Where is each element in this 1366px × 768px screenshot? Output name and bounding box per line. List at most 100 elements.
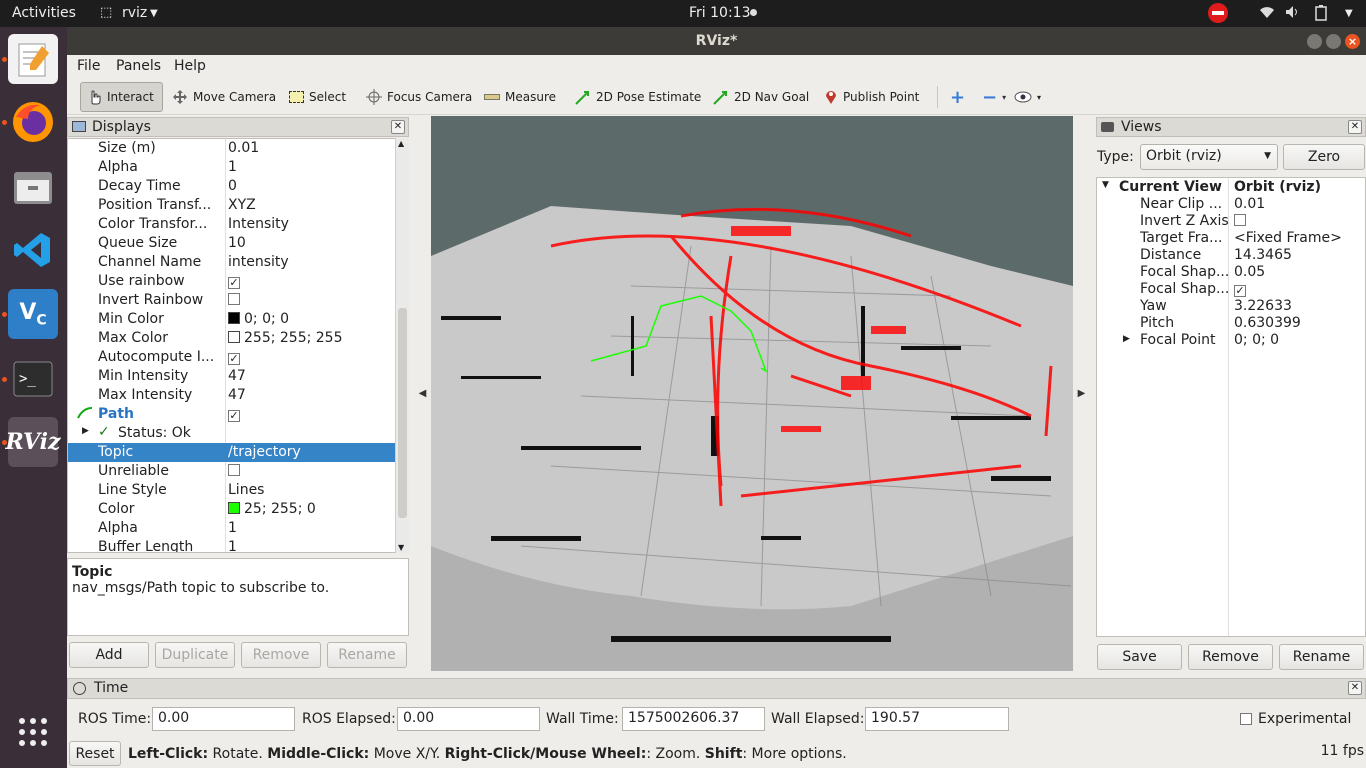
remove-tool-icon[interactable]: − ▾: [977, 82, 1011, 112]
rename-display-button[interactable]: Rename: [327, 642, 407, 668]
vscode-icon[interactable]: [8, 225, 58, 275]
expand-arrow-icon[interactable]: ▶: [82, 426, 89, 436]
tree-row[interactable]: Min Intensity 47: [68, 367, 396, 386]
property-value[interactable]: 25; 255; 0: [244, 501, 316, 517]
add-display-button[interactable]: Add: [69, 642, 149, 668]
property-value[interactable]: XYZ: [228, 197, 256, 213]
interact-tool-button[interactable]: Interact: [80, 82, 163, 112]
activities-button[interactable]: Activities: [12, 5, 76, 21]
ros-elapsed-field[interactable]: 0.00: [397, 707, 540, 731]
zero-view-button[interactable]: Zero: [1283, 144, 1365, 170]
tree-row[interactable]: Invert Z Axis: [1097, 213, 1365, 230]
tree-row[interactable]: Alpha 1: [68, 519, 396, 538]
publish-point-tool-button[interactable]: Publish Point: [819, 82, 924, 112]
displays-scrollbar[interactable]: ▲ ▼: [395, 138, 409, 553]
reset-button[interactable]: Reset: [69, 741, 121, 766]
color-swatch[interactable]: [228, 312, 240, 324]
wifi-icon[interactable]: [1259, 5, 1275, 23]
tree-row[interactable]: Invert Rainbow: [68, 291, 396, 310]
property-value[interactable]: intensity: [228, 254, 289, 270]
file-manager-icon[interactable]: [8, 162, 58, 212]
add-tool-icon[interactable]: +: [945, 82, 970, 112]
property-value[interactable]: 255; 255; 255: [244, 330, 343, 346]
property-value[interactable]: 1: [228, 539, 237, 552]
menu-file[interactable]: File: [77, 58, 100, 74]
terminal-icon[interactable]: >_: [8, 354, 58, 404]
tree-row-selected[interactable]: Topic/trajectory: [68, 443, 396, 462]
invert-rainbow-checkbox[interactable]: [228, 293, 240, 305]
save-view-button[interactable]: Save: [1097, 644, 1182, 670]
property-value[interactable]: /trajectory: [228, 444, 301, 460]
clock[interactable]: Fri 10:13: [689, 5, 750, 21]
show-applications-icon[interactable]: [8, 707, 58, 757]
select-tool-button[interactable]: Select: [284, 82, 351, 112]
menu-help[interactable]: Help: [174, 58, 206, 74]
tree-row[interactable]: Line Style Lines: [68, 481, 396, 500]
path-enabled-checkbox[interactable]: ✓: [228, 410, 240, 422]
tree-row[interactable]: Queue Size 10: [68, 234, 396, 253]
tree-row[interactable]: Size (m) 0.01: [68, 139, 396, 158]
eye-icon[interactable]: ▾: [1009, 82, 1046, 112]
tree-row[interactable]: ▶ Focal Point 0; 0; 0: [1097, 332, 1365, 349]
ros-time-field[interactable]: 0.00: [152, 707, 295, 731]
vnc-viewer-icon[interactable]: VC: [8, 289, 58, 339]
expand-arrow-icon[interactable]: ▶: [1123, 334, 1130, 344]
tree-row[interactable]: Channel Name intensity: [68, 253, 396, 272]
property-value[interactable]: 0; 0; 0: [244, 311, 289, 327]
firefox-icon[interactable]: [8, 97, 58, 147]
tree-row[interactable]: Position Transf... XYZ: [68, 196, 396, 215]
tree-row[interactable]: Near Clip ... 0.01: [1097, 196, 1365, 213]
scroll-down-icon[interactable]: ▼: [398, 543, 404, 552]
property-value[interactable]: 1: [228, 159, 237, 175]
unreliable-checkbox[interactable]: [228, 464, 240, 476]
property-value[interactable]: Intensity: [228, 216, 289, 232]
tree-row[interactable]: Pitch 0.630399: [1097, 315, 1365, 332]
invert-z-checkbox[interactable]: [1234, 214, 1246, 226]
tree-row[interactable]: Autocompute I... ✓: [68, 348, 396, 367]
property-value[interactable]: 47: [228, 368, 246, 384]
app-menu[interactable]: rviz: [122, 5, 147, 21]
property-value[interactable]: 47: [228, 387, 246, 403]
property-value[interactable]: 0: [228, 178, 237, 194]
focus-camera-tool-button[interactable]: Focus Camera: [361, 82, 477, 112]
property-value[interactable]: 1: [228, 520, 237, 536]
tree-row[interactable]: Color Transfor... Intensity: [68, 215, 396, 234]
rename-view-button[interactable]: Rename: [1279, 644, 1364, 670]
text-editor-icon[interactable]: [8, 34, 58, 84]
3d-render-viewport[interactable]: [431, 116, 1073, 671]
autocompute-checkbox[interactable]: ✓: [228, 353, 240, 365]
collapse-left-icon[interactable]: ◀: [415, 116, 430, 671]
property-value[interactable]: 14.3465: [1234, 247, 1292, 263]
tree-row-path-display[interactable]: Path ✓: [68, 405, 396, 424]
battery-icon[interactable]: [1314, 5, 1328, 25]
property-value[interactable]: 0.05: [1234, 264, 1265, 280]
tree-row[interactable]: Max Color 255; 255; 255: [68, 329, 396, 348]
property-value[interactable]: 0; 0; 0: [1234, 332, 1279, 348]
tree-row[interactable]: Color 25; 255; 0: [68, 500, 396, 519]
minimize-icon[interactable]: [1307, 34, 1322, 49]
view-type-select[interactable]: Orbit (rviz) ▼: [1140, 144, 1278, 170]
maximize-icon[interactable]: [1326, 34, 1341, 49]
wall-elapsed-field[interactable]: 190.57: [865, 707, 1009, 731]
property-value[interactable]: 10: [228, 235, 246, 251]
system-menu-chevron-icon[interactable]: ▼: [1345, 8, 1353, 19]
tree-row[interactable]: Decay Time 0: [68, 177, 396, 196]
tree-row[interactable]: Use rainbow ✓: [68, 272, 396, 291]
expand-arrow-icon[interactable]: ▼: [1102, 180, 1109, 190]
color-swatch[interactable]: [228, 331, 240, 343]
tree-row[interactable]: Max Intensity 47: [68, 386, 396, 405]
volume-icon[interactable]: [1285, 5, 1301, 23]
rviz-icon[interactable]: RViz: [5, 417, 61, 467]
tree-row[interactable]: Alpha 1: [68, 158, 396, 177]
focal-shape-checkbox[interactable]: ✓: [1234, 285, 1246, 297]
tree-row[interactable]: ▶ ✓ Status: Ok: [68, 424, 396, 443]
property-value[interactable]: Lines: [228, 482, 264, 498]
property-value[interactable]: <Fixed Frame>: [1234, 230, 1342, 246]
remove-view-button[interactable]: Remove: [1188, 644, 1273, 670]
tree-row[interactable]: Buffer Length 1: [68, 538, 396, 552]
do-not-disturb-icon[interactable]: [1208, 3, 1228, 23]
tree-row[interactable]: Focal Shap... ✓: [1097, 281, 1365, 298]
tree-row[interactable]: Min Color 0; 0; 0: [68, 310, 396, 329]
tree-row[interactable]: Yaw 3.22633: [1097, 298, 1365, 315]
tree-row[interactable]: Distance 14.3465: [1097, 247, 1365, 264]
